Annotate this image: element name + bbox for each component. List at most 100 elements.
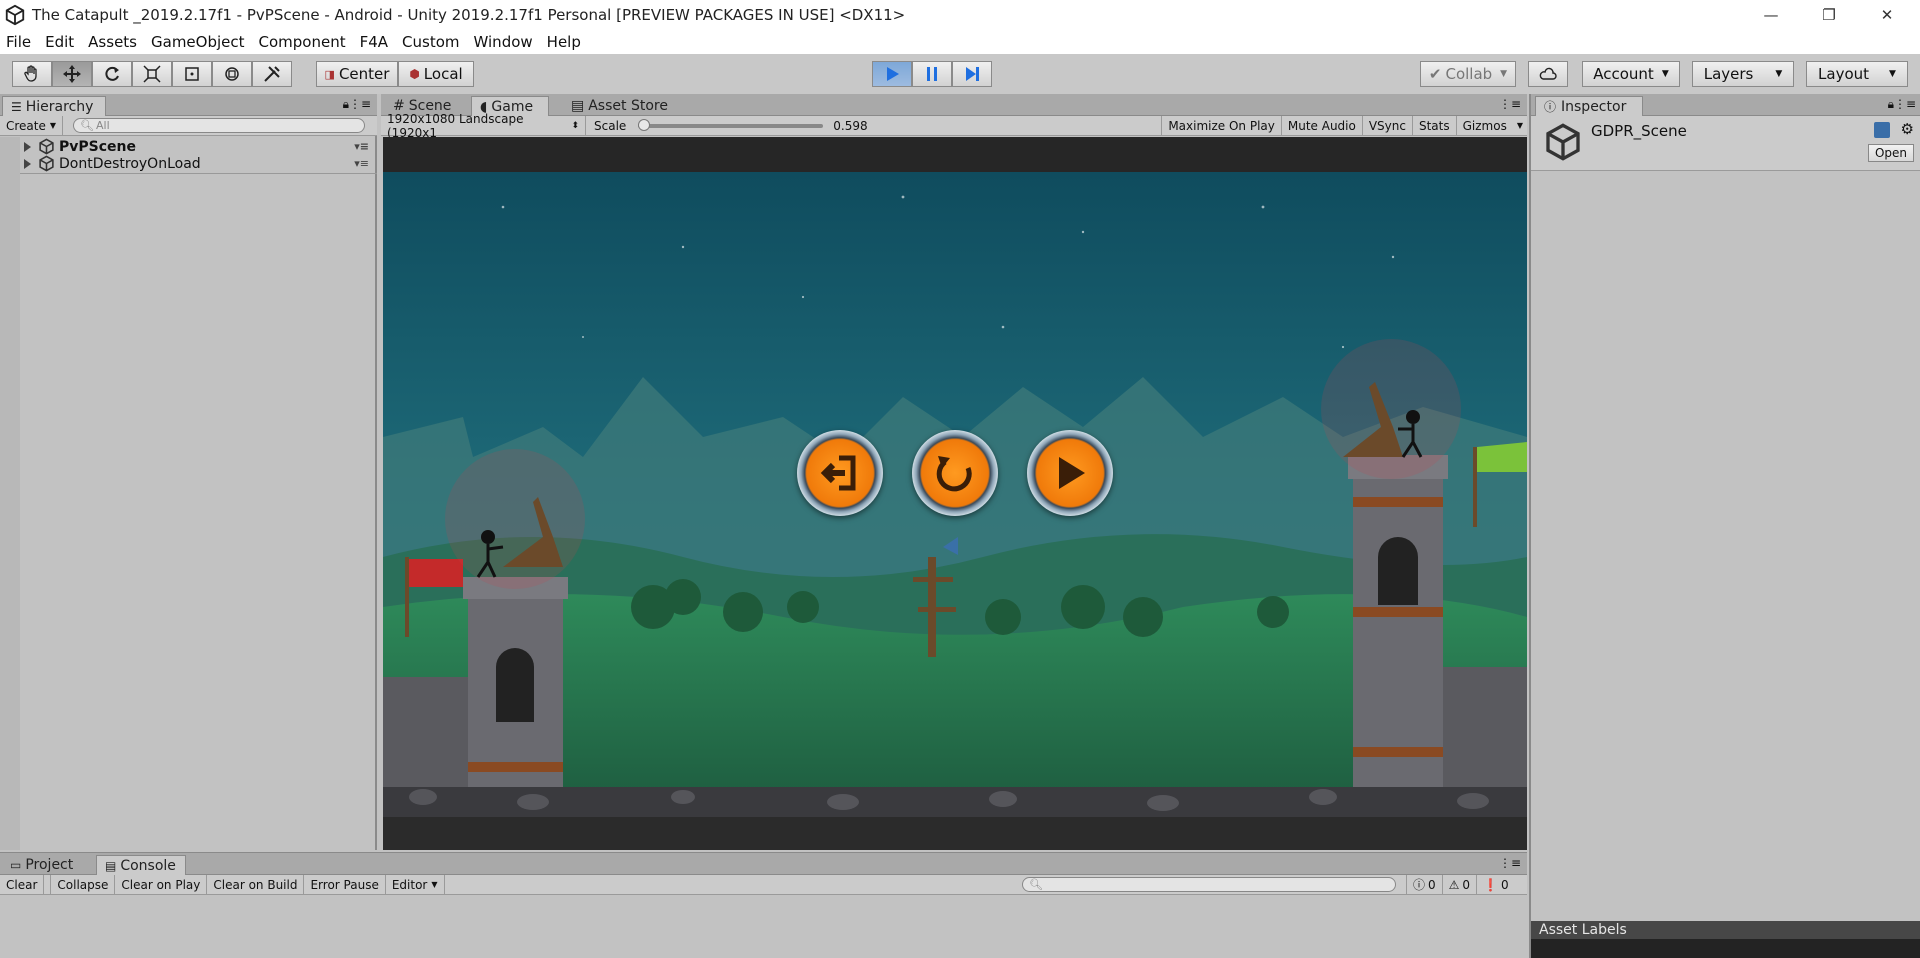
menu-assets[interactable]: Assets: [81, 33, 144, 51]
menu-custom[interactable]: Custom: [395, 33, 466, 51]
panel-menu-icon[interactable]: ⋮≡: [349, 97, 371, 111]
tab-inspector[interactable]: ⓘ Inspector: [1535, 96, 1643, 116]
menu-file[interactable]: File: [0, 33, 38, 51]
clear-on-build-toggle[interactable]: Clear on Build: [207, 875, 305, 894]
unity-scene-icon: [1546, 123, 1580, 161]
updown-icon: ⬍: [571, 120, 579, 131]
stats-toggle[interactable]: Stats: [1413, 116, 1457, 135]
rect-tool-button[interactable]: [172, 61, 212, 87]
gear-icon[interactable]: ⚙: [1901, 120, 1914, 138]
custom-tool-button[interactable]: [252, 61, 292, 87]
info-count: 0: [1428, 877, 1436, 892]
layout-dropdown[interactable]: Layout ▼: [1806, 61, 1908, 87]
project-tab-label: Project: [25, 857, 74, 873]
menu-help[interactable]: Help: [540, 33, 588, 51]
item-menu-icon[interactable]: ▾≡: [354, 157, 369, 170]
help-book-icon[interactable]: [1874, 122, 1890, 138]
game-view-toolbar: 1920x1080 Landscape (1920x1 ⬍ Scale 0.598…: [381, 112, 1527, 140]
editor-dropdown[interactable]: Editor ▼: [386, 875, 445, 894]
tab-project[interactable]: ▭ Project: [2, 855, 81, 875]
layers-dropdown[interactable]: Layers ▼: [1692, 61, 1794, 87]
expand-arrow-icon[interactable]: [24, 158, 31, 169]
cloud-button[interactable]: [1528, 61, 1568, 87]
menu-edit[interactable]: Edit: [38, 33, 81, 51]
error-pause-toggle[interactable]: Error Pause: [304, 875, 386, 894]
local-label: Local: [423, 65, 463, 83]
hand-tool-button[interactable]: [12, 61, 52, 87]
window-title: The Catapult _2019.2.17f1 - PvPScene - A…: [32, 6, 906, 24]
tab-hierarchy[interactable]: ☰ Hierarchy: [2, 96, 106, 116]
layout-label: Layout: [1818, 65, 1870, 83]
restart-button[interactable]: [912, 430, 998, 516]
hierarchy-toolbar: Create ▼ 🔍︎ All: [0, 116, 377, 136]
menu-f4a[interactable]: F4A: [353, 33, 395, 51]
create-dropdown[interactable]: Create ▼: [0, 116, 64, 135]
menu-window[interactable]: Window: [467, 33, 540, 51]
game-view[interactable]: [383, 137, 1527, 850]
play-next-button[interactable]: [1027, 430, 1113, 516]
step-button[interactable]: [952, 61, 992, 87]
console-search-input[interactable]: 🔍︎: [1022, 877, 1396, 892]
resolution-dropdown[interactable]: 1920x1080 Landscape (1920x1 ⬍: [381, 112, 586, 140]
tab-asset-store[interactable]: ▤ Asset Store: [563, 96, 676, 116]
account-dropdown[interactable]: Account ▼: [1582, 61, 1680, 87]
panel-menu-icon[interactable]: ⋮≡: [1499, 856, 1521, 870]
clear-on-play-toggle[interactable]: Clear on Play: [115, 875, 208, 894]
panel-menu-icon[interactable]: ⋮≡: [1894, 97, 1916, 111]
pivot-center-toggle[interactable]: ◨ Center: [316, 61, 398, 87]
hierarchy-tabstrip: ☰ Hierarchy 🔒︎ ⋮≡: [0, 94, 377, 116]
warning-count: 0: [1462, 877, 1471, 892]
info-toggle[interactable]: ⓘ 0: [1406, 875, 1443, 894]
console-toolbar: Clear Collapse Clear on Play Clear on Bu…: [0, 875, 1527, 895]
menu-gameobject[interactable]: GameObject: [144, 33, 252, 51]
warning-icon: ⚠: [1448, 877, 1460, 892]
menu-component[interactable]: Component: [252, 33, 353, 51]
move-tool-button[interactable]: [52, 61, 92, 87]
mute-audio-toggle[interactable]: Mute Audio: [1282, 116, 1363, 135]
warning-toggle[interactable]: ⚠ 0: [1443, 875, 1478, 894]
console-tab-label: Console: [120, 857, 176, 874]
back-button[interactable]: [797, 430, 883, 516]
item-menu-icon[interactable]: ▾≡: [354, 140, 369, 153]
gizmos-dropdown-icon[interactable]: ▼: [1513, 116, 1527, 135]
pivot-icon: ◨: [324, 67, 335, 81]
rotate-tool-button[interactable]: [92, 61, 132, 87]
collab-dropdown[interactable]: ✔ Collab ▼: [1420, 61, 1516, 87]
clear-button[interactable]: Clear: [0, 875, 45, 894]
collapse-toggle[interactable]: Collapse: [50, 875, 116, 894]
scale-tool-button[interactable]: [132, 61, 172, 87]
pivot-local-toggle[interactable]: ⬢ Local: [398, 61, 474, 87]
hierarchy-item-label: DontDestroyOnLoad: [59, 155, 201, 172]
vsync-toggle[interactable]: VSync: [1363, 116, 1413, 135]
minimize-button[interactable]: —: [1742, 0, 1800, 30]
restart-icon: [936, 456, 972, 492]
list-icon: ☰: [11, 99, 22, 114]
tab-console[interactable]: ▤ Console: [96, 855, 186, 875]
panel-menu-icon[interactable]: ⋮≡: [1499, 97, 1521, 111]
inspector-panel: ⓘ Inspector 🔒︎ ⋮≡ GDPR_Scene ⚙ Open Asset…: [1529, 94, 1920, 958]
hierarchy-item-pvpscene[interactable]: PvPScene ▾≡: [0, 138, 375, 155]
expand-arrow-icon[interactable]: [24, 141, 31, 152]
play-icon: [887, 67, 899, 81]
inspector-tabstrip: ⓘ Inspector 🔒︎ ⋮≡: [1531, 94, 1920, 116]
error-toggle[interactable]: ❗ 0: [1477, 875, 1515, 894]
close-button[interactable]: ✕: [1858, 0, 1916, 30]
account-label: Account: [1593, 65, 1654, 83]
hierarchy-search-input[interactable]: 🔍︎ All: [73, 118, 366, 133]
chevron-down-icon: ▼: [431, 880, 438, 889]
open-button[interactable]: Open: [1867, 144, 1914, 162]
scale-slider-thumb[interactable]: [638, 118, 651, 131]
exit-arrow-icon: [820, 455, 856, 491]
pause-button[interactable]: [912, 61, 952, 87]
gizmos-toggle[interactable]: Gizmos: [1457, 116, 1513, 135]
maximize-on-play-toggle[interactable]: Maximize On Play: [1161, 116, 1282, 135]
play-button[interactable]: [872, 61, 912, 87]
search-icon: 🔍︎: [80, 119, 94, 132]
hierarchy-item-dontdestroyonload[interactable]: DontDestroyOnLoad ▾≡: [0, 155, 375, 172]
restore-button[interactable]: ❐: [1800, 0, 1858, 30]
scale-control: Scale 0.598: [586, 118, 986, 133]
asset-labels-header[interactable]: Asset Labels: [1531, 921, 1920, 939]
transform-tool-button[interactable]: [212, 61, 252, 87]
scale-slider[interactable]: [638, 118, 824, 131]
inspector-header: GDPR_Scene ⚙ Open: [1531, 116, 1920, 171]
